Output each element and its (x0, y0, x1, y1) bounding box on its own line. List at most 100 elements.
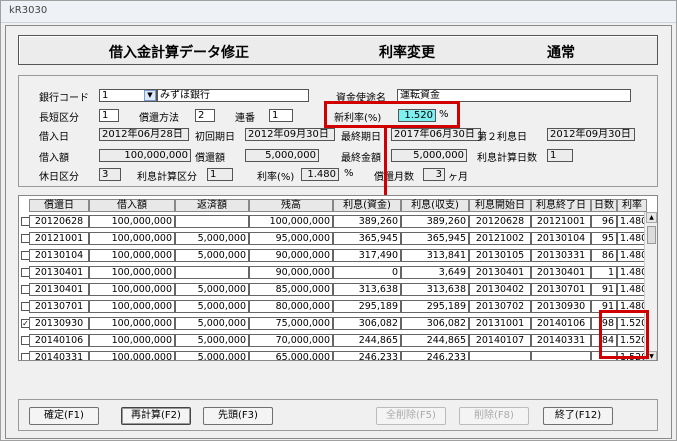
table-cell[interactable]: 75,000,000 (249, 317, 333, 330)
table-cell[interactable]: 1.480 (617, 283, 647, 296)
table-cell[interactable]: 70,000,000 (249, 334, 333, 347)
chevron-down-icon[interactable]: ▼ (144, 90, 156, 101)
table-cell[interactable] (175, 266, 249, 279)
table-cell[interactable]: 100,000,000 (89, 215, 175, 228)
table-cell[interactable]: 295,189 (333, 300, 401, 313)
table-cell[interactable]: 20130401 (469, 266, 531, 279)
table-cell[interactable]: 295,189 (401, 300, 469, 313)
table-cell[interactable]: 5,000,000 (175, 317, 249, 330)
table-cell[interactable]: 100,000,000 (89, 232, 175, 245)
table-cell[interactable]: 20130401 (29, 266, 89, 279)
table-row[interactable]: ✓ 20130930 100,000,000 5,000,000 75,000,000 3… (19, 315, 647, 332)
table-row[interactable]: 20130401 100,000,000 90,000,000 0 3,649 20130… (19, 264, 647, 281)
table-cell[interactable]: 86 (591, 249, 617, 262)
table-row[interactable]: 20130104 100,000,000 5,000,000 90,000,000 31… (19, 247, 647, 264)
table-cell[interactable]: 313,841 (401, 249, 469, 262)
table-cell[interactable]: 20131001 (469, 317, 531, 330)
table-cell[interactable]: 100,000,000 (89, 249, 175, 262)
table-cell[interactable]: 246,233 (401, 351, 469, 360)
table-cell[interactable]: 389,260 (401, 215, 469, 228)
table-cell[interactable]: 1.480 (617, 232, 647, 245)
table-cell[interactable]: 91 (591, 283, 617, 296)
table-cell[interactable]: 313,638 (333, 283, 401, 296)
table-cell[interactable]: 5,000,000 (175, 300, 249, 313)
scroll-thumb[interactable] (647, 226, 656, 244)
table-cell[interactable]: 1.480 (617, 249, 647, 262)
table-row[interactable]: 20130401 100,000,000 5,000,000 85,000,000 31… (19, 281, 647, 298)
table-cell[interactable]: 20130402 (469, 283, 531, 296)
table-cell[interactable]: 20130930 (531, 300, 591, 313)
table-cell[interactable]: 365,945 (401, 232, 469, 245)
table-cell[interactable]: 5,000,000 (175, 249, 249, 262)
table-cell[interactable]: 90,000,000 (249, 266, 333, 279)
top-button[interactable]: 先頭(F3) (203, 407, 273, 425)
table-row[interactable]: 20140331 100,000,000 5,000,000 65,000,000 24… (19, 349, 647, 360)
table-cell[interactable]: 20130105 (469, 249, 531, 262)
scroll-up-icon[interactable]: ▲ (646, 212, 657, 223)
repay-method-field[interactable]: 2 (195, 109, 215, 122)
table-cell[interactable]: 5,000,000 (175, 232, 249, 245)
table-cell[interactable]: 20130701 (29, 300, 89, 313)
table-cell[interactable]: 20130930 (29, 317, 89, 330)
table-cell[interactable]: 20140106 (531, 317, 591, 330)
table-row[interactable]: 20120628 100,000,000 100,000,000 389,260 389… (19, 213, 647, 230)
table-row[interactable]: 20130701 100,000,000 5,000,000 80,000,000 29… (19, 298, 647, 315)
table-cell[interactable]: 5,000,000 (175, 351, 249, 360)
table-cell[interactable]: 313,638 (401, 283, 469, 296)
table-cell[interactable]: 20121002 (469, 232, 531, 245)
delete-all-button[interactable]: 全削除(F5) (376, 407, 446, 425)
table-cell[interactable]: 306,082 (401, 317, 469, 330)
table-cell[interactable]: 100,000,000 (89, 334, 175, 347)
table-cell[interactable]: 317,490 (333, 249, 401, 262)
table-cell[interactable] (531, 351, 591, 360)
table-cell[interactable]: 90,000,000 (249, 249, 333, 262)
table-cell[interactable]: 95 (591, 232, 617, 245)
table-cell[interactable]: 20140331 (531, 334, 591, 347)
table-cell[interactable]: 20140107 (469, 334, 531, 347)
table-cell[interactable]: 20130702 (469, 300, 531, 313)
table-cell[interactable]: 20130331 (531, 249, 591, 262)
table-cell[interactable]: 85,000,000 (249, 283, 333, 296)
table-cell[interactable]: 20140331 (29, 351, 89, 360)
exit-button[interactable]: 終了(F12) (543, 407, 613, 425)
delete-button[interactable]: 削除(F8) (459, 407, 529, 425)
table-cell[interactable]: 20130401 (531, 266, 591, 279)
table-cell[interactable]: 100,000,000 (89, 283, 175, 296)
table-cell[interactable]: 96 (591, 215, 617, 228)
table-cell[interactable]: 80,000,000 (249, 300, 333, 313)
table-cell[interactable]: 306,082 (333, 317, 401, 330)
table-cell[interactable]: 65,000,000 (249, 351, 333, 360)
table-cell[interactable]: 389,260 (333, 215, 401, 228)
table-cell[interactable]: 5,000,000 (175, 283, 249, 296)
table-cell[interactable]: 20120628 (469, 215, 531, 228)
table-cell[interactable]: 20130104 (29, 249, 89, 262)
table-cell[interactable]: 95,000,000 (249, 232, 333, 245)
table-cell[interactable]: 20121001 (531, 215, 591, 228)
table-cell[interactable]: 100,000,000 (249, 215, 333, 228)
table-cell[interactable]: 1.480 (617, 215, 647, 228)
table-cell[interactable]: 5,000,000 (175, 334, 249, 347)
table-cell[interactable]: 20121001 (29, 232, 89, 245)
table-cell[interactable]: 3,649 (401, 266, 469, 279)
serial-field[interactable]: 1 (269, 109, 293, 122)
table-cell[interactable] (469, 351, 531, 360)
table-row[interactable]: 20140106 100,000,000 5,000,000 70,000,000 24… (19, 332, 647, 349)
table-cell[interactable]: 20130104 (531, 232, 591, 245)
table-cell[interactable]: 100,000,000 (89, 300, 175, 313)
table-cell[interactable]: 100,000,000 (89, 351, 175, 360)
table-cell[interactable]: 20120628 (29, 215, 89, 228)
table-cell[interactable]: 20130701 (531, 283, 591, 296)
table-row[interactable]: 20121001 100,000,000 5,000,000 95,000,000 36… (19, 230, 647, 247)
table-cell[interactable] (175, 215, 249, 228)
table-cell[interactable]: 1.480 (617, 266, 647, 279)
table-cell[interactable]: 100,000,000 (89, 317, 175, 330)
table-cell[interactable]: 244,865 (401, 334, 469, 347)
table-cell[interactable]: 100,000,000 (89, 266, 175, 279)
recalc-button[interactable]: 再計算(F2) (121, 407, 191, 425)
table-cell[interactable]: 246,233 (333, 351, 401, 360)
table-cell[interactable]: 20140106 (29, 334, 89, 347)
table-cell[interactable]: 244,865 (333, 334, 401, 347)
term-type-field[interactable]: 1 (99, 109, 119, 122)
table-cell[interactable]: 0 (333, 266, 401, 279)
confirm-button[interactable]: 確定(F1) (29, 407, 99, 425)
